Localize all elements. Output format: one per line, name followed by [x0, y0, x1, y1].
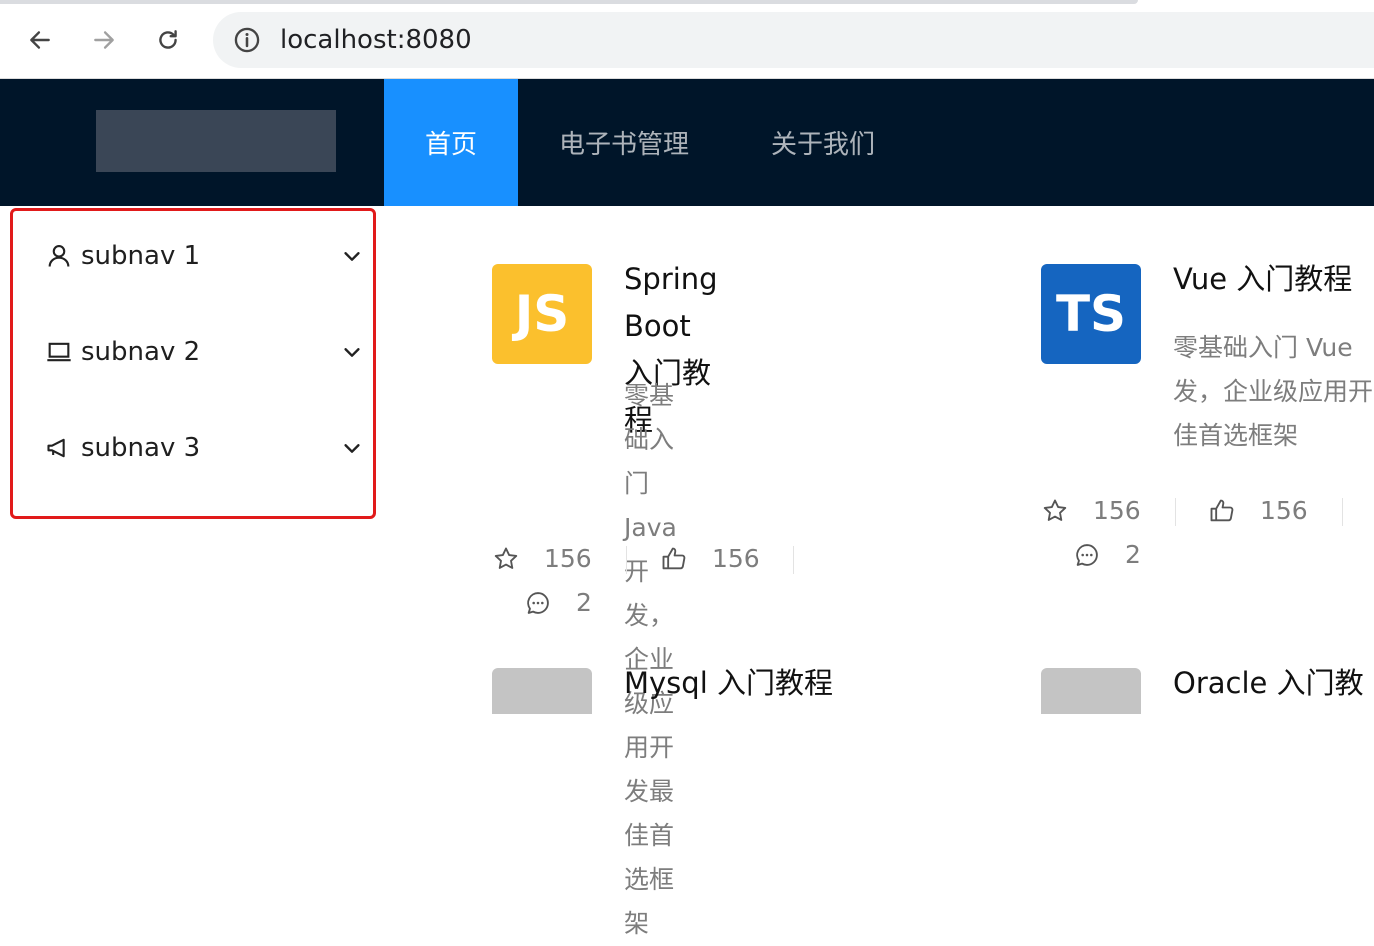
laptop-icon — [47, 342, 71, 362]
ebook-title[interactable]: Mysql 入门教程 — [624, 660, 833, 707]
comment-action[interactable]: 2 — [524, 588, 592, 617]
sidebar-item-subnav-3[interactable]: subnav 3 — [13, 418, 373, 478]
ebook-avatar: TS — [1041, 264, 1141, 364]
ebook-description-line: 零基础入门 Vue — [1173, 333, 1353, 362]
reload-icon — [159, 30, 177, 49]
chevron-down-icon — [344, 444, 360, 453]
arrow-left-icon — [30, 31, 50, 49]
menu-item-home[interactable]: 首页 — [384, 79, 519, 206]
star-count: 156 — [1093, 496, 1141, 525]
logo-placeholder — [96, 110, 336, 172]
sidebar-item-label: subnav 2 — [81, 337, 201, 367]
sidebar-item-label: subnav 3 — [81, 433, 201, 463]
ebook-title[interactable]: Vue 入门教程 — [1173, 256, 1352, 303]
notification-icon — [47, 438, 65, 458]
action-divider — [793, 546, 794, 574]
action-divider — [626, 546, 627, 574]
like-icon — [662, 547, 686, 569]
message-icon — [1076, 543, 1098, 566]
ebook-description-line: 佳首选框架 — [624, 821, 675, 938]
ebook-description-line: 发，企业级应用开 — [1173, 377, 1374, 406]
like-action[interactable]: 156 — [1208, 496, 1308, 525]
tab-strip-edge — [0, 0, 1138, 4]
like-action[interactable]: 156 — [660, 544, 760, 573]
action-divider — [1342, 498, 1343, 526]
address-bar[interactable]: localhost:8080 — [213, 12, 1374, 68]
like-icon — [1210, 499, 1234, 521]
ebook-title[interactable]: Oracle 入门教 — [1173, 660, 1364, 707]
menu-item-about[interactable]: 关于我们 — [730, 79, 916, 206]
forward-button[interactable] — [86, 22, 122, 58]
back-button[interactable] — [22, 22, 58, 58]
reload-button[interactable] — [150, 22, 186, 58]
message-icon — [527, 591, 549, 614]
star-icon — [494, 547, 518, 569]
ebook-avatar: JS — [492, 264, 592, 364]
browser-toolbar: localhost:8080 — [0, 0, 1374, 79]
comment-count: 2 — [576, 588, 592, 617]
star-count: 156 — [544, 544, 592, 573]
ebook-title-line: Vue 入门教程 — [1173, 262, 1353, 296]
chevron-down-icon — [344, 252, 360, 261]
user-icon — [48, 245, 70, 267]
sidebar-item-label: subnav 1 — [81, 241, 201, 271]
ebook-description-line: 佳首选框架 — [1173, 421, 1299, 450]
comment-action[interactable]: 2 — [1073, 540, 1141, 569]
star-action[interactable]: 156 — [1041, 496, 1141, 525]
top-menu: 首页 电子书管理 关于我们 — [384, 79, 916, 206]
menu-item-ebook-admin[interactable]: 电子书管理 — [518, 79, 730, 206]
chevron-down-icon — [344, 348, 360, 357]
ebook-description: 零基础入门 Vue 发，企业级应用开 佳首选框架 — [1173, 326, 1374, 458]
ebook-title-line: Spring Boot 入门教 — [624, 262, 718, 390]
arrow-right-icon — [94, 31, 114, 49]
comment-count: 2 — [1125, 540, 1141, 569]
action-divider — [1175, 498, 1176, 526]
like-count: 156 — [1260, 496, 1308, 525]
ebook-avatar — [1041, 668, 1141, 714]
sidebar-menu: subnav 1 subnav 2 subnav 3 — [10, 208, 376, 519]
star-icon — [1043, 499, 1067, 521]
url-text[interactable]: localhost:8080 — [280, 25, 472, 55]
sidebar-item-subnav-2[interactable]: subnav 2 — [13, 322, 373, 382]
app-header: 首页 电子书管理 关于我们 — [0, 79, 1374, 206]
info-icon[interactable] — [233, 26, 261, 54]
star-action[interactable]: 156 — [492, 544, 592, 573]
like-count: 156 — [712, 544, 760, 573]
sidebar-item-subnav-1[interactable]: subnav 1 — [13, 226, 373, 286]
ebook-avatar — [492, 668, 592, 714]
